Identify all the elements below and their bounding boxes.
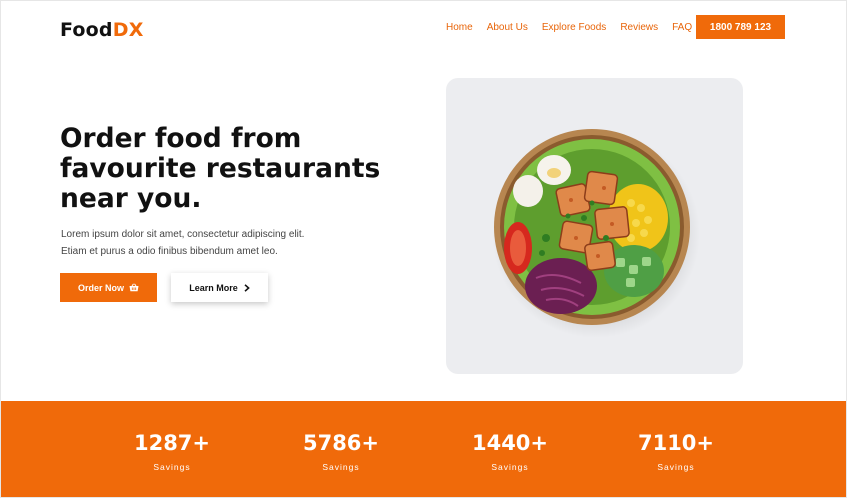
hero-text-line: Etiam et purus a odio finibus bibendum a… bbox=[61, 245, 278, 257]
stat-item: 1287+ Savings bbox=[112, 431, 232, 472]
hero-text-line: Lorem ipsum dolor sit amet, consectetur … bbox=[61, 229, 305, 240]
stats-band: 1287+ Savings 5786+ Savings 1440+ Saving… bbox=[1, 401, 846, 497]
stat-item: 1440+ Savings bbox=[450, 431, 570, 472]
stat-label: Savings bbox=[657, 462, 695, 472]
stat-value: 1287+ bbox=[133, 431, 211, 455]
stat-label: Savings bbox=[322, 462, 360, 472]
logo-accent-text: DX bbox=[112, 19, 144, 41]
nav-home-link[interactable]: Home bbox=[446, 22, 473, 33]
basket-icon bbox=[129, 283, 139, 292]
order-now-button[interactable]: Order Now bbox=[60, 273, 157, 302]
stat-item: 7110+ Savings bbox=[616, 431, 736, 472]
hero-title: Order food from favourite restaurants ne… bbox=[60, 123, 381, 214]
nav-faq-link[interactable]: FAQ bbox=[672, 22, 692, 33]
main-nav: Home About Us Explore Foods Reviews FAQ bbox=[446, 22, 706, 33]
stat-value: 7110+ bbox=[637, 431, 715, 455]
stat-label: Savings bbox=[491, 462, 529, 472]
order-now-label: Order Now bbox=[77, 282, 124, 293]
stat-value: 5786+ bbox=[302, 431, 380, 455]
salad-bowl-image bbox=[446, 78, 743, 374]
salad-bowl-illustration bbox=[492, 129, 700, 338]
stat-value: 1440+ bbox=[471, 431, 549, 455]
nav-reviews-link[interactable]: Reviews bbox=[620, 22, 658, 33]
hero-description: Lorem ipsum dolor sit amet, consectetur … bbox=[61, 227, 341, 260]
logo-text: Food bbox=[60, 19, 113, 41]
nav-about-link[interactable]: About Us bbox=[487, 22, 528, 33]
stat-item: 5786+ Savings bbox=[281, 431, 401, 472]
phone-button[interactable]: 1800 789 123 bbox=[696, 15, 785, 39]
nav-explore-link[interactable]: Explore Foods bbox=[542, 22, 606, 33]
learn-more-label: Learn More bbox=[189, 282, 238, 293]
chevron-right-icon bbox=[244, 283, 250, 292]
brand-logo[interactable]: FoodDX bbox=[60, 19, 144, 41]
learn-more-button[interactable]: Learn More bbox=[171, 273, 268, 302]
stat-label: Savings bbox=[153, 462, 191, 472]
